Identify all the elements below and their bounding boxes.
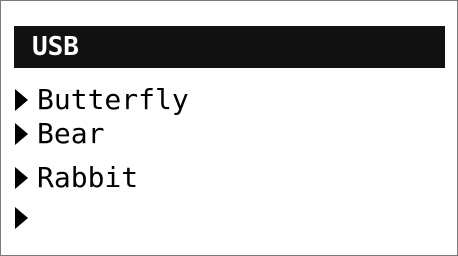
menu-item-butterfly[interactable]: Butterfly: [15, 83, 445, 117]
header-title: USB: [32, 32, 79, 62]
header-bar: USB: [14, 26, 445, 68]
device-screen: USB Butterfly Bear Rabbit: [0, 0, 458, 256]
menu-item-empty[interactable]: [15, 201, 445, 235]
triangle-right-icon: [15, 207, 28, 229]
menu-item-label: Butterfly: [37, 83, 189, 116]
menu-item-label: Rabbit: [37, 161, 139, 194]
menu-item-bear[interactable]: Bear: [15, 117, 445, 151]
menu-item-rabbit[interactable]: Rabbit: [15, 161, 445, 195]
triangle-right-icon: [15, 167, 28, 189]
triangle-right-icon: [15, 89, 28, 111]
triangle-right-icon: [15, 123, 28, 145]
menu-item-label: Bear: [37, 117, 105, 150]
